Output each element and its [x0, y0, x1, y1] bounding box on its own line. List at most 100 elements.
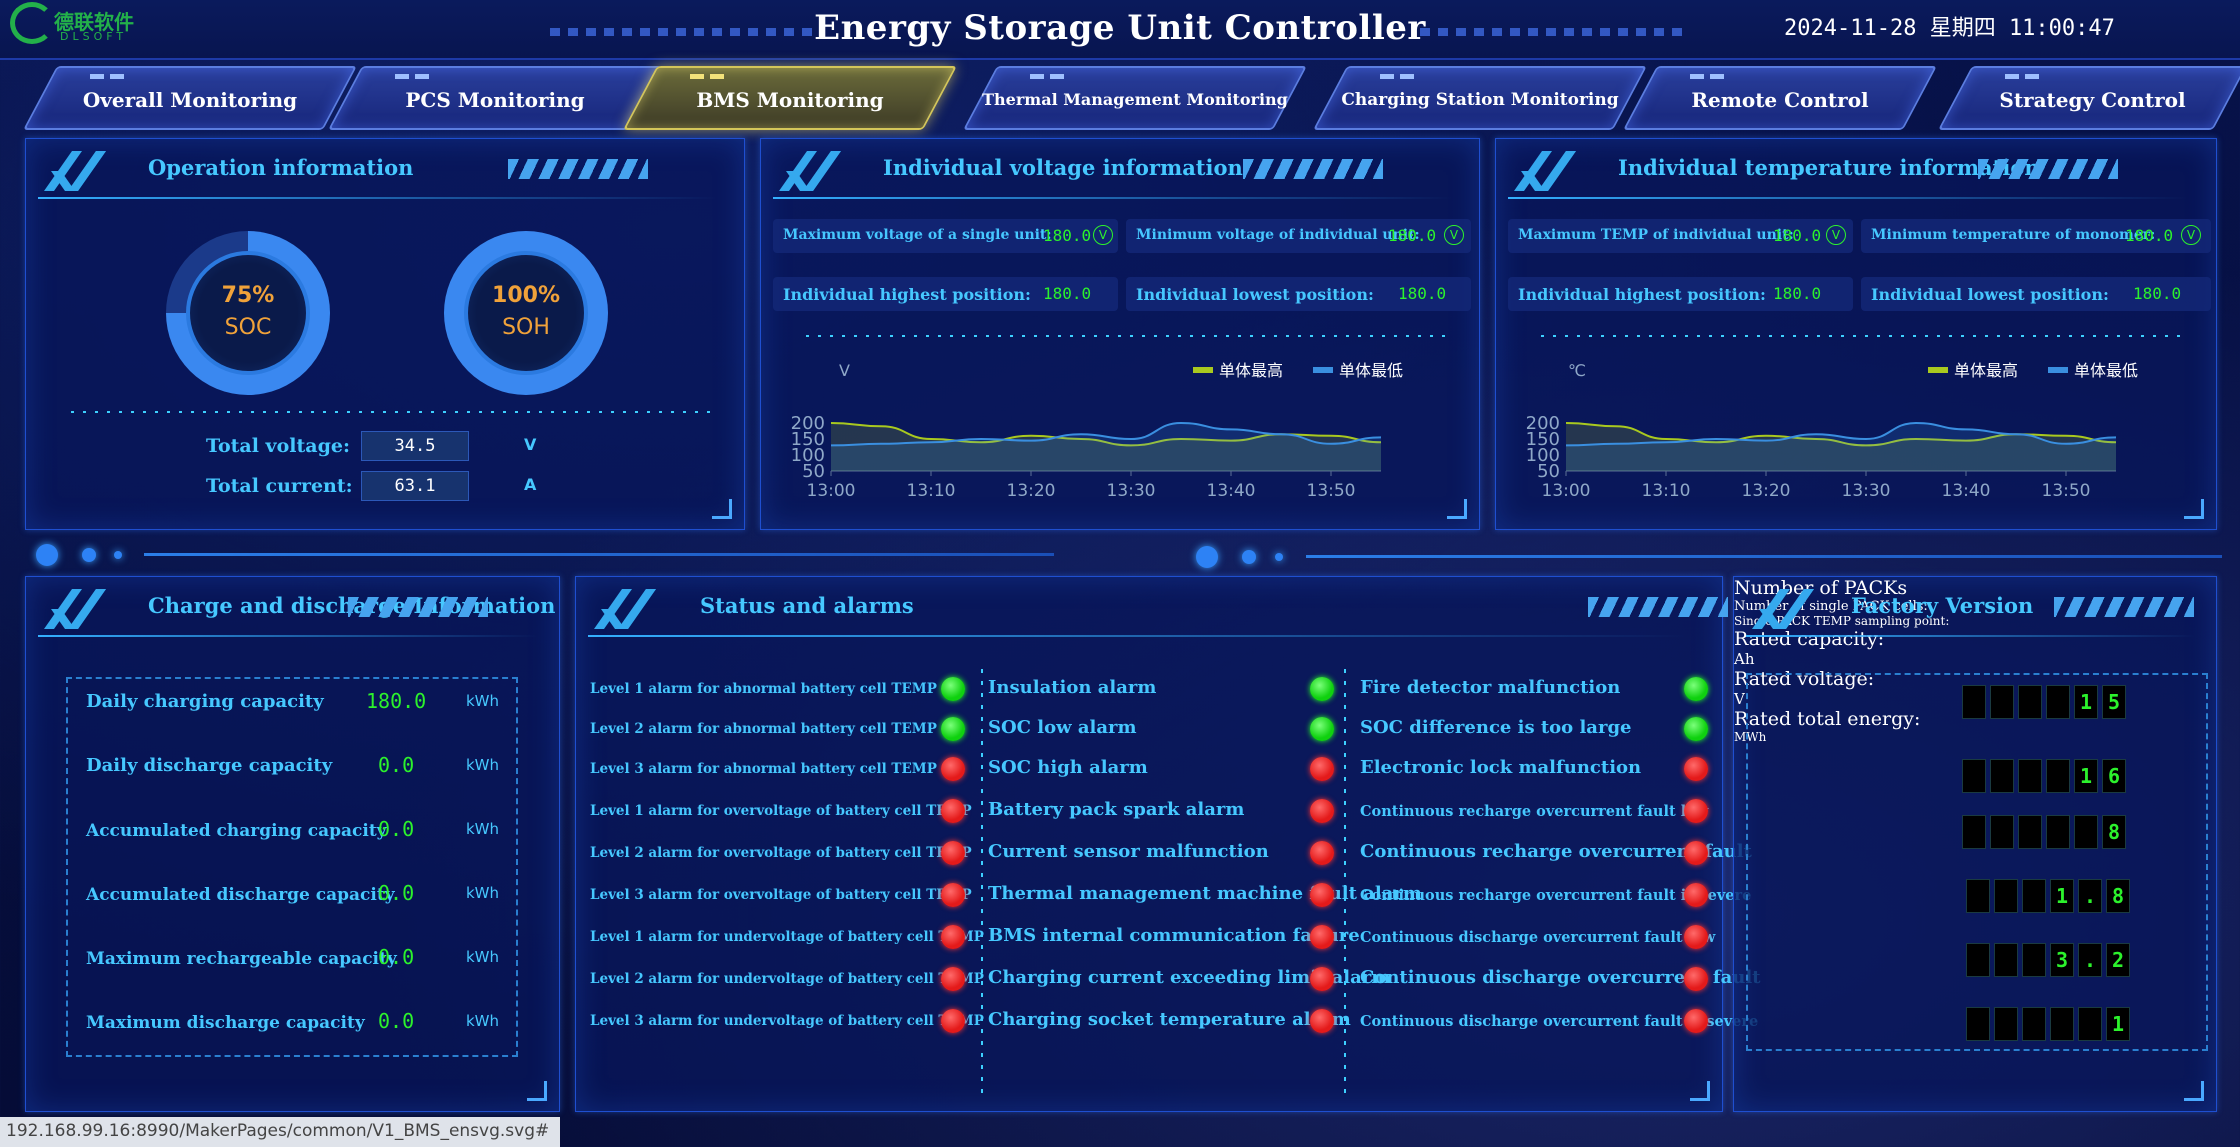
digit-cell [2046, 759, 2070, 793]
series-area-low [831, 423, 1381, 471]
legend-high-label: 单体最高 [1219, 361, 1284, 380]
page-dot-3[interactable] [114, 551, 122, 559]
digit-cell [2046, 685, 2070, 719]
status-led-red-icon [941, 967, 965, 991]
header-stripes [1588, 597, 1728, 617]
highest-position-label: Individual highest position: [1518, 285, 1766, 304]
header-stripes [348, 597, 488, 617]
status-led-green-icon [1310, 717, 1334, 741]
charge-unit: kWh [466, 692, 500, 710]
soc-percent: 75% [221, 283, 275, 308]
factory-unit: Ah [1734, 650, 1755, 668]
charge-label: Daily charging capacity [86, 691, 324, 712]
tab-thermal-management-monitoring[interactable]: Thermal Management Monitoring [962, 66, 1308, 130]
unit-badge: V [1093, 225, 1113, 245]
digit-cell [1994, 943, 2018, 977]
tab-label: Remote Control [1691, 88, 1869, 112]
tab-bms-monitoring[interactable]: BMS Monitoring [622, 66, 958, 130]
status-led-red-icon [1310, 841, 1334, 865]
x-tick-label: 13:00 [807, 481, 856, 501]
alarm-label: Continuous discharge overcurrent fault l… [1360, 929, 1716, 946]
status-led-red-icon [941, 799, 965, 823]
chevron-icon [38, 151, 134, 191]
header-underline [773, 197, 1453, 199]
digit-cell: 5 [2102, 685, 2126, 719]
lowest-position-row: Individual lowest position: 180.0 [1126, 277, 1471, 311]
y-axis-unit: ℃ [1568, 361, 1586, 380]
soh-label: SOH [502, 315, 550, 340]
page-dot-5[interactable] [1242, 550, 1256, 564]
legend-low: 单体最低 [1313, 357, 1403, 381]
alarm-label: Level 3 alarm for undervoltage of batter… [590, 1013, 984, 1029]
panel-header: Operation information [38, 151, 744, 199]
digit-cell: 1 [2074, 685, 2098, 719]
factory-label: Rated capacity: [1734, 628, 1885, 650]
tab-overall-monitoring[interactable]: Overall Monitoring [22, 66, 358, 130]
digit-cell [1966, 1007, 1990, 1041]
digit-display: 15 [1962, 685, 2126, 719]
separator-line [1306, 555, 2222, 558]
lowest-position-label: Individual lowest position: [1871, 285, 2109, 304]
status-led-red-icon [1310, 799, 1334, 823]
charge-unit: kWh [466, 1012, 500, 1030]
tab-pcs-monitoring[interactable]: PCS Monitoring [327, 66, 663, 130]
alarm-label: Current sensor malfunction [988, 841, 1269, 862]
header-dash-right [1420, 28, 1690, 36]
status-led-red-icon [1684, 1009, 1708, 1033]
temperature-panel: Individual temperature information Maxim… [1495, 138, 2217, 530]
browser-status-url: 192.168.99.16:8990/MakerPages/common/V1_… [0, 1117, 560, 1147]
alarm-label: Continuous recharge overcurrent fault lo… [1360, 803, 1709, 820]
unit-badge: V [1826, 225, 1846, 245]
column-separator [981, 669, 983, 1099]
page-dot-6[interactable] [1275, 553, 1283, 561]
charge-label: Maximum discharge capacity [86, 1013, 365, 1033]
legend-low: 单体最低 [2048, 357, 2138, 381]
x-tick-label: 13:50 [1307, 481, 1356, 501]
digit-cell: 8 [2106, 879, 2130, 913]
tab-remote-control[interactable]: Remote Control [1622, 66, 1938, 130]
status-led-red-icon [1310, 883, 1334, 907]
alarm-label: Level 2 alarm for overvoltage of battery… [590, 845, 972, 861]
header-underline [38, 635, 538, 637]
panel-title: Individual temperature information [1618, 155, 2040, 180]
factory-panel: Factory Version Number of PACKs 1 5 Number … [1733, 576, 2217, 1112]
series-area-low [1566, 423, 2116, 471]
charge-label: Accumulated charging capacity [86, 821, 387, 841]
total-current-label: Total current: [206, 475, 353, 497]
status-led-red-icon [941, 1009, 965, 1033]
max-voltage-value: 180.0 [1043, 226, 1092, 245]
x-tick-label: 13:10 [907, 481, 956, 501]
charge-unit: kWh [466, 756, 500, 774]
highest-position-value: 180.0 [1773, 284, 1822, 303]
tab-charging-station-monitoring[interactable]: Charging Station Monitoring [1312, 66, 1648, 130]
status-led-red-icon [941, 925, 965, 949]
corner-mark [2184, 499, 2204, 519]
divider [71, 411, 711, 413]
total-current-value: 63.1 [361, 471, 469, 501]
datetime-display: 2024-11-28 星期四 11:00:47 [1784, 16, 2115, 41]
charge-panel: Charge and discharge Information Daily c… [25, 576, 560, 1112]
page-dot-1[interactable] [36, 544, 58, 566]
max-voltage-row: Maximum voltage of a single unit: 180.0 … [773, 219, 1118, 253]
digit-display: 3.2 [1966, 943, 2130, 977]
page-dot-2[interactable] [82, 548, 96, 562]
page-dot-4[interactable] [1196, 546, 1218, 568]
soc-label: SOC [224, 315, 272, 340]
tab-strategy-control[interactable]: Strategy Control [1937, 66, 2240, 130]
x-tick-label: 13:50 [2042, 481, 2091, 501]
charge-table [66, 677, 518, 1057]
status-led-red-icon [1684, 757, 1708, 781]
status-led-red-icon [1684, 967, 1708, 991]
temperature-chart: 2001501005013:00 13:10 13:20 13:30 13:40 13:5… [1526, 413, 2117, 501]
digit-cell [1962, 759, 1986, 793]
factory-table [1746, 673, 2208, 1051]
alarm-label: Insulation alarm [988, 677, 1157, 698]
digit-cell: 1 [2074, 759, 2098, 793]
status-led-green-icon [1310, 677, 1334, 701]
min-voltage-value: 180.0 [1388, 226, 1437, 245]
digit-cell [1966, 943, 1990, 977]
soc-gauge: 75% SOC [166, 231, 330, 395]
total-current-unit: A [524, 475, 537, 494]
header-stripes [2054, 597, 2194, 617]
status-led-red-icon [941, 883, 965, 907]
